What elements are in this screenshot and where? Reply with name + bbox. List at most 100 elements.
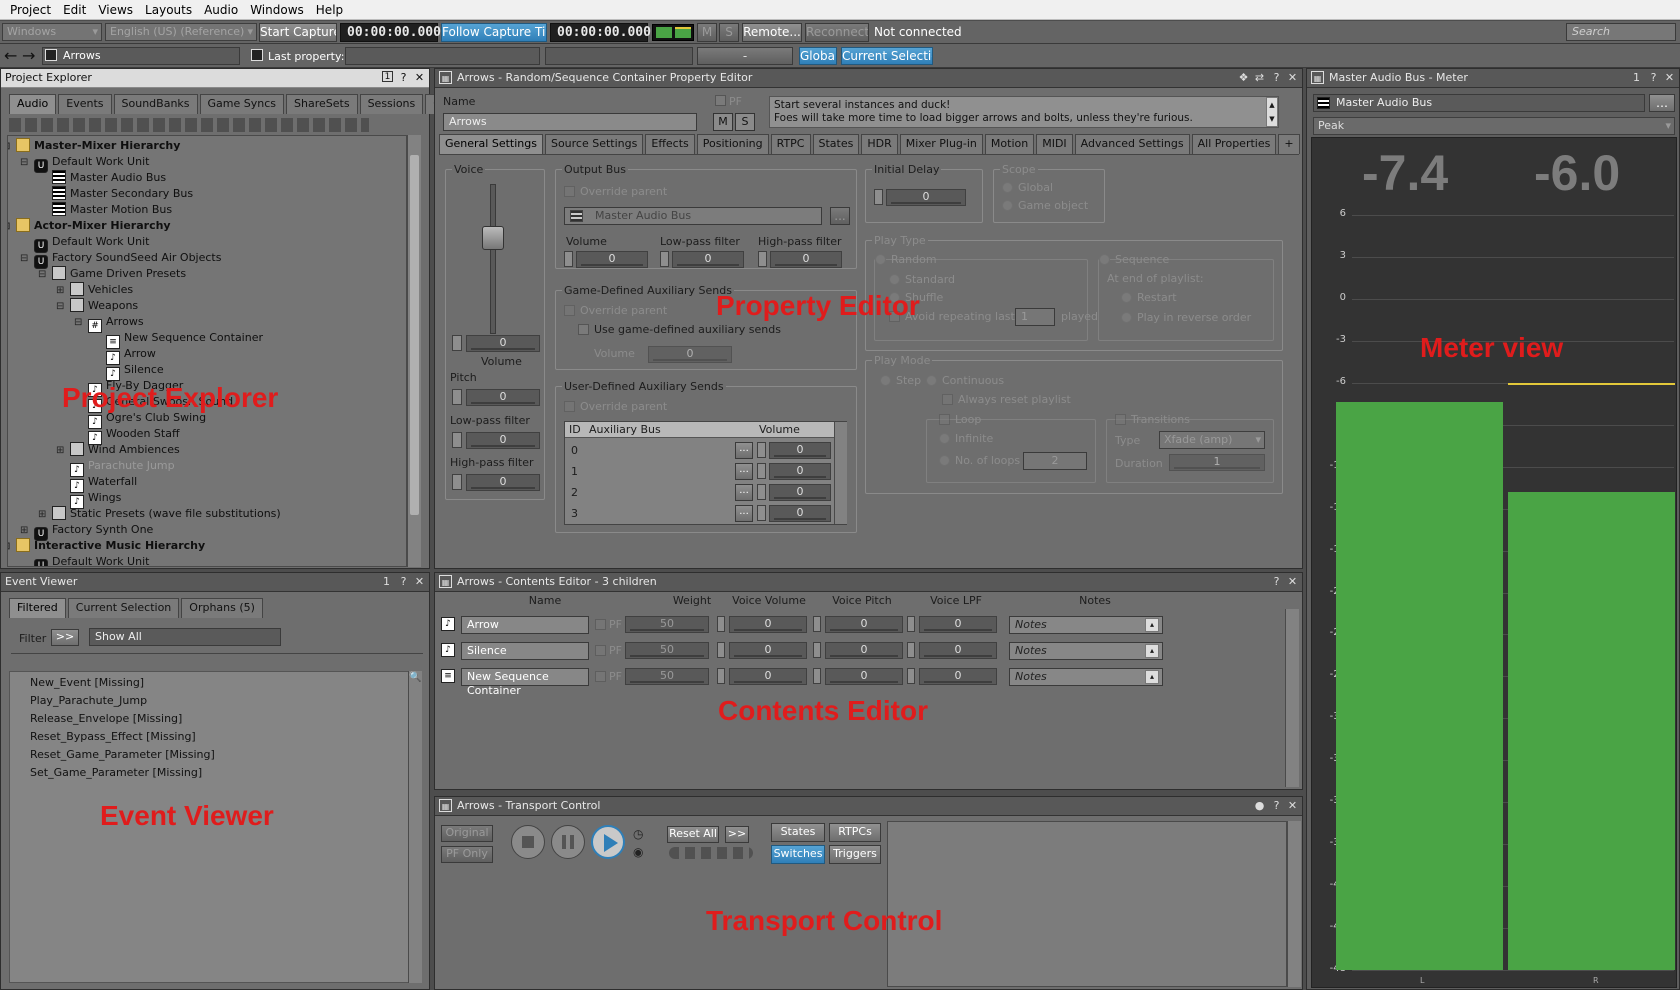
timer-icon[interactable]: ◷ bbox=[633, 827, 643, 841]
aux-bus-browse-button[interactable]: ... bbox=[735, 484, 753, 501]
voice-pitch-slider[interactable]: 0 bbox=[825, 616, 903, 633]
random-radio[interactable] bbox=[875, 254, 886, 265]
scope-global-radio[interactable] bbox=[1002, 182, 1013, 193]
bus-hpf-slider[interactable]: 0 bbox=[770, 251, 842, 268]
transition-type-dropdown[interactable]: Xfade (amp) bbox=[1159, 431, 1265, 449]
aux-volume-link-icon[interactable] bbox=[757, 505, 766, 521]
output-bus-browse-button[interactable]: ... bbox=[830, 207, 850, 225]
initial-delay-link-icon[interactable] bbox=[874, 189, 883, 205]
sequence-radio[interactable] bbox=[1099, 254, 1110, 265]
weight-slider[interactable]: 50 bbox=[625, 642, 709, 659]
triggers-button[interactable]: Triggers bbox=[829, 845, 881, 864]
last-property-field[interactable] bbox=[345, 47, 540, 65]
window-number-badge[interactable]: 1 bbox=[382, 71, 393, 82]
tab-audio[interactable]: Audio bbox=[9, 94, 57, 114]
aux-table-scrollbar[interactable] bbox=[834, 422, 847, 524]
column-header-name[interactable]: Name bbox=[485, 594, 605, 607]
no-of-loops-field[interactable]: 2 bbox=[1023, 452, 1087, 470]
tab-effects[interactable]: Effects bbox=[645, 134, 695, 154]
tab-rtpc[interactable]: RTPC bbox=[770, 134, 811, 154]
pf-checkbox[interactable] bbox=[595, 671, 606, 682]
pf-checkbox[interactable] bbox=[715, 95, 726, 106]
tab-game-syncs[interactable]: Game Syncs bbox=[199, 94, 285, 114]
notes-expand-icon[interactable]: ▴ bbox=[1145, 644, 1159, 658]
transport-scrollbar[interactable] bbox=[1287, 821, 1301, 987]
notes-field[interactable]: Start several instances and duck! Foes w… bbox=[769, 96, 1279, 128]
voice-pitch-slider[interactable]: 0 bbox=[825, 642, 903, 659]
bypass-icons[interactable] bbox=[669, 847, 753, 859]
tree-item[interactable]: ♪ Arrow bbox=[106, 346, 156, 365]
infinite-radio[interactable] bbox=[939, 433, 950, 444]
meter-bus-field[interactable]: Master Audio Bus bbox=[1313, 94, 1645, 112]
always-reset-checkbox[interactable] bbox=[942, 394, 953, 405]
bus-lpf-link-icon[interactable] bbox=[660, 251, 669, 267]
voice-pitch-link-icon[interactable] bbox=[813, 668, 821, 684]
event-item[interactable]: Reset_Bypass_Effect [Missing] bbox=[30, 728, 196, 745]
event-item[interactable]: Play_Parachute_Jump bbox=[30, 692, 147, 709]
current-selection-button[interactable]: Current Selection bbox=[841, 47, 933, 65]
avoid-repeat-count[interactable]: 1 bbox=[1015, 308, 1055, 326]
ud-override-parent-checkbox[interactable] bbox=[564, 401, 575, 412]
voice-pitch-slider[interactable]: 0 bbox=[825, 668, 903, 685]
tab-mixer-plug-in[interactable]: Mixer Plug-in bbox=[899, 134, 983, 154]
aux-volume-link-icon[interactable] bbox=[757, 484, 766, 500]
collapse-icon[interactable]: ⊟ bbox=[20, 251, 32, 266]
language-dropdown[interactable]: English (US) (Reference) bbox=[105, 23, 257, 41]
layout-dropdown[interactable]: Windows bbox=[2, 23, 102, 41]
meter-mode-dropdown[interactable]: Peak bbox=[1313, 117, 1675, 135]
tree-item[interactable]: Master Audio Bus bbox=[52, 170, 166, 185]
close-icon[interactable]: ✕ bbox=[413, 71, 426, 84]
voice-pitch-link-icon[interactable] bbox=[813, 616, 821, 632]
tree-item[interactable]: ⊟ Weapons bbox=[56, 298, 138, 313]
solo-button[interactable]: S bbox=[735, 113, 755, 131]
tree-item[interactable]: ♪ Silence bbox=[106, 362, 164, 381]
voice-lpf-slider[interactable]: 0 bbox=[919, 616, 997, 633]
initial-delay-slider[interactable]: 0 bbox=[886, 189, 966, 206]
aux-volume-slider[interactable]: 0 bbox=[769, 442, 831, 459]
voice-volume-fader-handle[interactable] bbox=[482, 226, 504, 250]
reset-more-button[interactable]: >> bbox=[725, 826, 749, 843]
stop-button[interactable] bbox=[511, 825, 545, 859]
tab--[interactable]: + bbox=[1278, 134, 1300, 154]
start-capture-button[interactable]: Start Capture bbox=[259, 23, 337, 42]
aux-bus-browse-button[interactable]: ... bbox=[735, 463, 753, 480]
expand-icon[interactable]: ⊞ bbox=[56, 443, 68, 458]
switches-button[interactable]: Switches bbox=[771, 845, 825, 864]
aux-volume-slider[interactable]: 0 bbox=[769, 463, 831, 480]
notes-expand-icon[interactable]: ▴ bbox=[1145, 670, 1159, 684]
help-icon[interactable]: ? bbox=[1270, 71, 1283, 84]
voice-vol-slider[interactable]: 0 bbox=[729, 668, 807, 685]
override-parent-checkbox[interactable] bbox=[564, 186, 575, 197]
contents-scrollbar[interactable] bbox=[1285, 609, 1299, 787]
aux-volume-link-icon[interactable] bbox=[757, 442, 766, 458]
table-row[interactable]: ♪ Silence PF 50 0 0 0 Notes ▴ bbox=[437, 641, 1283, 661]
close-icon[interactable]: ✕ bbox=[1286, 575, 1299, 588]
lpf-slider[interactable]: 0 bbox=[466, 432, 540, 449]
column-header-voice-pitch[interactable]: Voice Pitch bbox=[827, 594, 897, 607]
global-button[interactable]: Global bbox=[799, 47, 837, 65]
tree-item[interactable]: Master Motion Bus bbox=[52, 202, 172, 217]
column-header-voice-volume[interactable]: Voice Volume bbox=[729, 594, 809, 607]
voice-pitch-link-icon[interactable] bbox=[813, 642, 821, 658]
tab-midi[interactable]: MIDI bbox=[1036, 134, 1073, 154]
menu-edit[interactable]: Edit bbox=[57, 3, 92, 17]
tab-hdr[interactable]: HDR bbox=[861, 134, 898, 154]
child-name-field[interactable]: New Sequence Container bbox=[461, 668, 589, 697]
tree-item[interactable]: ♪ Waterfall bbox=[70, 474, 137, 493]
expand-icon[interactable]: ⊞ bbox=[38, 507, 50, 522]
tab-source-settings[interactable]: Source Settings bbox=[544, 134, 644, 154]
forward-arrow-icon[interactable]: → bbox=[22, 46, 35, 65]
tab-states[interactable]: States bbox=[812, 134, 860, 154]
filter-dropdown[interactable]: Show All bbox=[89, 628, 281, 646]
collapse-icon[interactable]: ⊟ bbox=[20, 155, 32, 170]
meter-bus-browse-button[interactable]: … bbox=[1649, 94, 1675, 112]
menu-layouts[interactable]: Layouts bbox=[139, 3, 198, 17]
play-button[interactable] bbox=[591, 825, 625, 859]
loop-checkbox[interactable] bbox=[939, 414, 950, 425]
tree-item[interactable]: ♪ Wooden Staff bbox=[88, 426, 180, 445]
remote-button[interactable]: Remote... bbox=[742, 23, 802, 42]
event-item[interactable]: New_Event [Missing] bbox=[30, 674, 144, 691]
aux-bus-browse-button[interactable]: ... bbox=[735, 442, 753, 459]
tree-item[interactable]: U Default Work Unit bbox=[34, 554, 149, 566]
tree-item[interactable]: ⊟ Game Driven Presets bbox=[38, 266, 186, 281]
